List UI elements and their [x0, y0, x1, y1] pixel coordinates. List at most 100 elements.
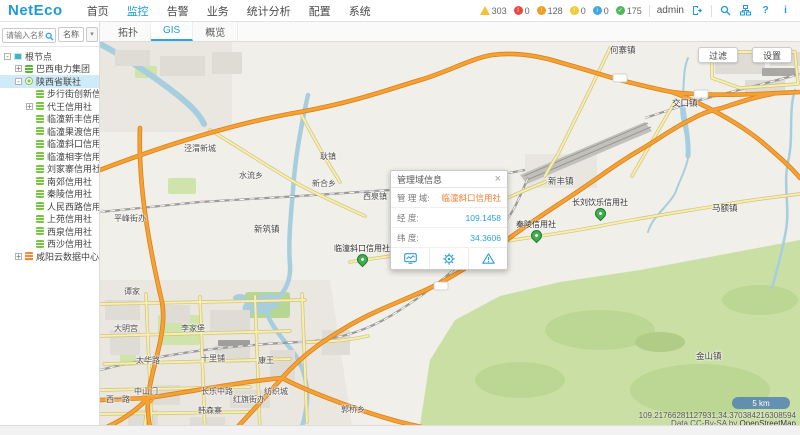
performance-icon[interactable] [391, 248, 430, 269]
tab-GIS[interactable]: GIS [151, 22, 193, 41]
unacknowledged-alarms-icon [480, 6, 490, 15]
header-right: 303!0!128!0i0✓175 admin ? i [480, 4, 800, 17]
map-label: 平峰街办 [114, 213, 146, 224]
minor-alarms-count: 0 [581, 6, 586, 16]
nav-item-6[interactable]: 系统 [349, 3, 371, 19]
tree-item[interactable]: 临潼斜口信用社 [0, 138, 99, 151]
site-icon [36, 102, 44, 110]
tree-item[interactable]: 人民西路信用社 [0, 200, 99, 213]
nav-item-0[interactable]: 首页 [87, 3, 109, 19]
collapse-icon[interactable]: - [4, 53, 11, 60]
greenbox-icon [25, 65, 33, 73]
view-tabs: 拓扑GIS概览 [100, 22, 800, 42]
map-label: 泾渭新城 [184, 143, 216, 154]
nav-item-2[interactable]: 告警 [167, 3, 189, 19]
filter-type-select[interactable]: 名称 [58, 27, 84, 42]
nav-item-4[interactable]: 统计分析 [247, 3, 291, 19]
map-label: 纺织城 [264, 386, 288, 397]
map-label: 红旗街办 [233, 394, 265, 405]
popup-row-label: 纬 度: [397, 232, 419, 244]
popup-row-value[interactable]: 临潼斜口信用社 [441, 192, 501, 204]
tree-item[interactable]: 刘家寨信用社 [0, 163, 99, 176]
site-icon [36, 152, 44, 160]
normal-devices-icon: ✓ [616, 6, 625, 15]
search-icon[interactable] [719, 4, 732, 17]
tree-item[interactable]: +巴西电力集团 [0, 63, 99, 76]
warning-alarms[interactable]: i0 [593, 6, 609, 16]
tree-item-label: 临潼斜口信用社 [47, 138, 99, 151]
site-icon [36, 127, 44, 135]
tree-item[interactable]: 临潼果渡信用社 [0, 125, 99, 138]
tree-item[interactable]: 临潼新丰信用社 [0, 113, 99, 126]
unacknowledged-alarms[interactable]: 303 [480, 6, 507, 16]
collapse-icon[interactable]: - [15, 78, 22, 85]
tab-拓扑[interactable]: 拓扑 [106, 22, 151, 41]
expand-icon[interactable]: + [15, 65, 22, 72]
map-settings-button[interactable]: 设置 [752, 47, 792, 63]
tree-item-label: 临潼相李信用社 [47, 150, 99, 163]
help-icon[interactable]: ? [759, 4, 772, 17]
map-label: 何寨镇 [610, 44, 636, 56]
map-label: 金山镇 [696, 350, 722, 362]
sidebar: 名称 ▾ - 根节点+巴西电力集团-陕西省联社步行街创新信用社+代王信用社临潼新丰… [0, 22, 100, 425]
tree-item[interactable]: 西泉信用社 [0, 225, 99, 238]
nav-item-1[interactable]: 监控 [127, 3, 149, 19]
username[interactable]: admin [657, 5, 684, 16]
tree-item-label: 人民西路信用社 [47, 200, 99, 213]
map-filter-button[interactable]: 过滤 [698, 47, 738, 63]
tree-item-label: 南郊信用社 [47, 175, 92, 188]
neteco-app: NetEco 首页监控告警业务统计分析配置系统 303!0!128!0i0✓17… [0, 0, 800, 435]
tree-item[interactable]: - 根节点 [0, 50, 99, 63]
site-pin-label: 临潼斜口信用社 [334, 243, 390, 254]
minor-alarms[interactable]: !0 [570, 6, 586, 16]
expand-icon[interactable]: + [26, 103, 33, 110]
site-icon [36, 90, 44, 98]
site-icon [36, 215, 44, 223]
tree-item[interactable]: +代王信用社 [0, 100, 99, 113]
nav-item-5[interactable]: 配置 [309, 3, 331, 19]
settings-gear-icon[interactable] [430, 248, 469, 269]
major-alarms[interactable]: !128 [537, 6, 563, 16]
tree-item[interactable]: -陕西省联社 [0, 75, 99, 88]
map-label: 谭家 [124, 286, 140, 297]
tree-item[interactable]: 临潼相李信用社 [0, 150, 99, 163]
close-icon[interactable]: × [495, 174, 501, 185]
sitemap-icon[interactable] [739, 4, 752, 17]
map-label: 康王 [258, 355, 274, 366]
alarm-warning-icon[interactable] [469, 248, 507, 269]
normal-devices[interactable]: ✓175 [616, 6, 642, 16]
map-label: 十里铺 [201, 353, 225, 364]
tree-item-label: 根节点 [25, 50, 52, 63]
map-label: 水流乡 [239, 170, 263, 181]
tree-item[interactable]: 上苑信用社 [0, 213, 99, 226]
nav-item-3[interactable]: 业务 [207, 3, 229, 19]
search-icon[interactable] [45, 28, 54, 46]
tree-item[interactable]: 西沙信用社 [0, 238, 99, 251]
normal-devices-count: 175 [627, 6, 642, 16]
site-icon [36, 115, 44, 123]
app-logo[interactable]: NetEco [0, 2, 73, 19]
critical-alarms[interactable]: !0 [514, 6, 530, 16]
popup-row-label: 管 理 域: [397, 192, 430, 204]
map-label: 西泉镇 [363, 191, 387, 202]
tree-item[interactable]: 步行街创新信用社 [0, 88, 99, 101]
logout-icon[interactable] [691, 4, 704, 17]
info-icon[interactable]: i [779, 4, 792, 17]
alarm-badges: 303 !0 !128 !0 i0 ✓175 [480, 6, 642, 16]
filter-dropdown-arrow[interactable]: ▾ [86, 27, 98, 42]
bottom-strip [0, 425, 800, 435]
popup-row-label: 经 度: [397, 212, 419, 224]
map-toolbar: 过滤 设置 [698, 47, 792, 63]
tab-概览[interactable]: 概览 [193, 22, 238, 41]
tree-item[interactable]: 秦陵信用社 [0, 188, 99, 201]
divider [649, 5, 650, 17]
map-canvas[interactable]: 何寨镇交口镇马额镇新丰镇西泉镇新合乡水流乡耿镇泾渭新城平峰街办新筑镇谭家大明宫李… [100, 42, 800, 425]
site-icon [36, 240, 44, 248]
tree-item-label: 西泉信用社 [47, 225, 92, 238]
tree-item[interactable]: +咸阳云数据中心 [0, 250, 99, 263]
expand-icon[interactable]: + [15, 253, 22, 260]
tree-search-row: 名称 ▾ [0, 22, 99, 47]
warning-alarms-icon: i [593, 6, 602, 15]
tree-item[interactable]: 南郊信用社 [0, 175, 99, 188]
popup-title-bar: 管理域信息 × [391, 171, 507, 188]
